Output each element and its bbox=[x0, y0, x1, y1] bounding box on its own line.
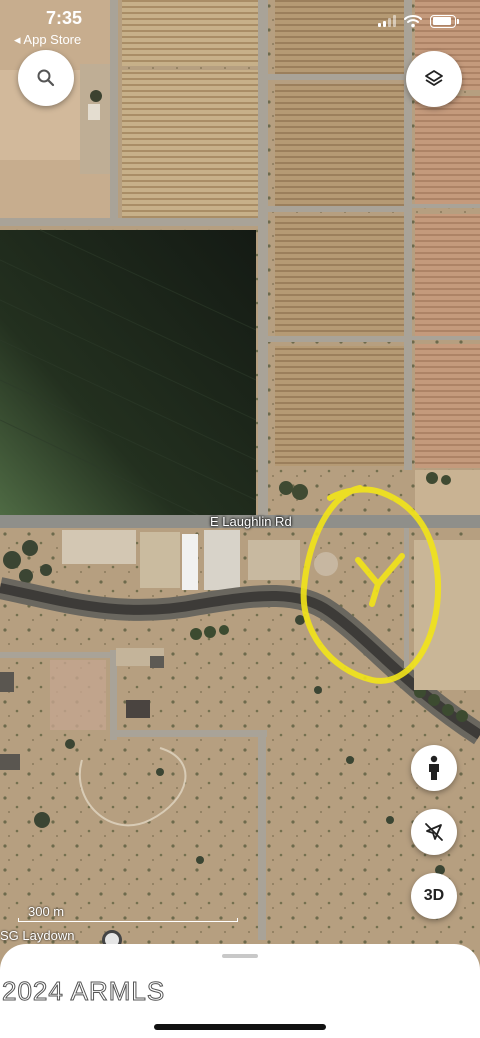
scale-label: 300 m bbox=[28, 904, 65, 919]
map-scale: 300 m bbox=[18, 904, 238, 922]
battery-level bbox=[432, 17, 452, 25]
3d-button[interactable]: 3D bbox=[411, 873, 457, 919]
bottom-sheet[interactable]: 2024 ARMLS bbox=[0, 944, 480, 1038]
road-label: E Laughlin Rd bbox=[210, 514, 292, 529]
status-bar: 7:35 ◂ App Store bbox=[0, 0, 480, 50]
wifi-icon bbox=[404, 15, 422, 28]
back-to-app-store-link[interactable]: ◂ App Store bbox=[14, 32, 81, 48]
cellular-signal-icon bbox=[378, 15, 396, 27]
search-button[interactable] bbox=[18, 50, 74, 106]
status-icons bbox=[378, 14, 459, 28]
search-icon bbox=[37, 69, 55, 87]
layers-button[interactable] bbox=[406, 51, 462, 107]
status-time: 7:35 bbox=[46, 8, 83, 28]
location-off-icon bbox=[425, 823, 443, 841]
location-button[interactable] bbox=[411, 809, 457, 855]
watermark-text: 2024 ARMLS bbox=[1, 976, 166, 1007]
street-view-button[interactable] bbox=[411, 745, 457, 791]
scale-bar bbox=[18, 918, 238, 922]
sheet-handle[interactable] bbox=[222, 954, 258, 958]
person-icon bbox=[429, 755, 439, 780]
place-label[interactable]: SG Laydown bbox=[0, 928, 74, 943]
battery-icon bbox=[430, 14, 459, 28]
layers-icon bbox=[425, 70, 443, 86]
home-indicator[interactable] bbox=[154, 1024, 326, 1030]
